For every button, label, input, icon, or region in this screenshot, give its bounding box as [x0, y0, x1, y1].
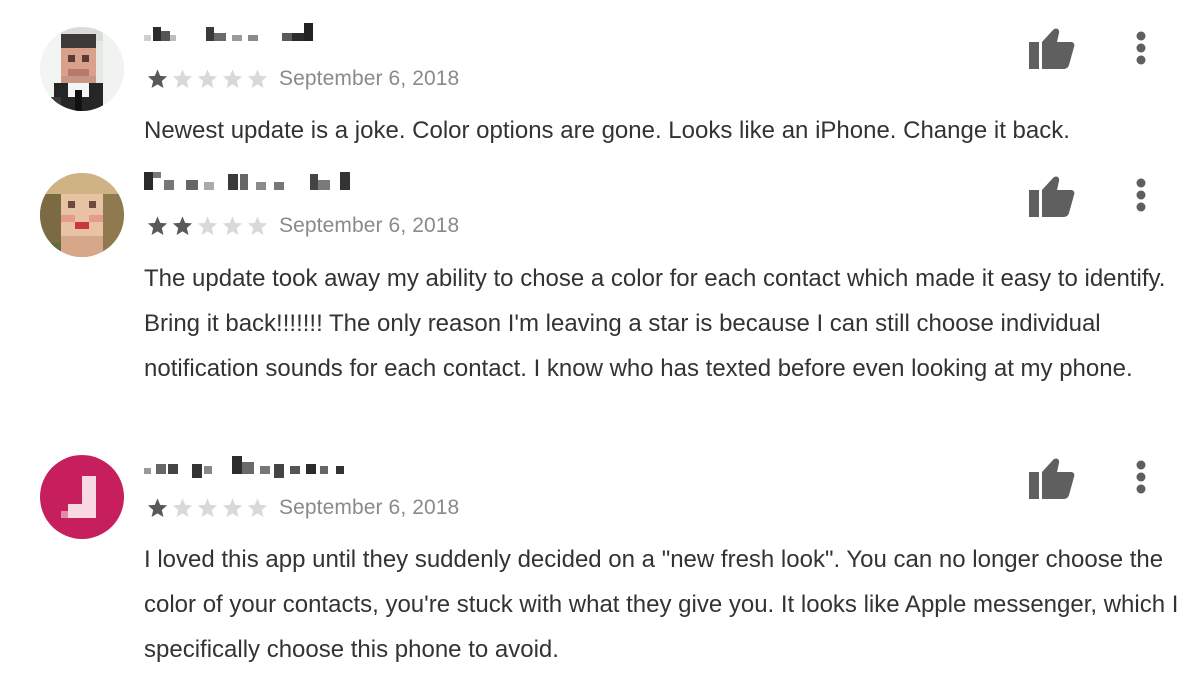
author-name-redacted: [144, 450, 354, 478]
star-icon: [247, 216, 268, 235]
review-meta: September 6, 2018: [146, 494, 459, 522]
star-icon: [197, 69, 218, 88]
review-date: September 6, 2018: [279, 496, 460, 519]
star-icon: [172, 216, 193, 235]
author-name-redacted: [144, 17, 334, 45]
star-icon: [197, 498, 218, 517]
more-vert-icon[interactable]: [1128, 177, 1154, 217]
star-icon: [197, 216, 218, 235]
star-icon: [222, 69, 243, 88]
more-vert-icon[interactable]: [1128, 459, 1154, 499]
avatar: [40, 173, 124, 257]
star-rating: [146, 497, 271, 519]
star-icon: [147, 216, 168, 235]
star-icon: [222, 216, 243, 235]
star-rating: [146, 215, 271, 237]
star-icon: [172, 69, 193, 88]
star-icon: [247, 69, 268, 88]
star-icon: [247, 498, 268, 517]
more-vert-icon[interactable]: [1128, 30, 1154, 70]
star-icon: [172, 498, 193, 517]
review-date: September 6, 2018: [279, 214, 460, 237]
star-icon: [222, 498, 243, 517]
avatar: [40, 455, 124, 539]
review-date: September 6, 2018: [279, 67, 460, 90]
star-icon: [147, 498, 168, 517]
star-icon: [147, 69, 168, 88]
avatar: [40, 27, 124, 111]
thumb-up-icon[interactable]: [1029, 175, 1075, 217]
star-rating: [146, 68, 271, 90]
review-text: Newest update is a joke. Color options a…: [144, 117, 1070, 144]
review-meta: September 6, 2018: [146, 212, 459, 240]
review-text: I loved this app until they suddenly dec…: [144, 546, 1179, 663]
review-text: The update took away my ability to chose…: [144, 265, 1166, 382]
thumb-up-icon[interactable]: [1029, 457, 1075, 499]
author-name-redacted: [144, 166, 364, 194]
thumb-up-icon[interactable]: [1029, 27, 1075, 69]
review-meta: September 6, 2018: [146, 65, 459, 93]
